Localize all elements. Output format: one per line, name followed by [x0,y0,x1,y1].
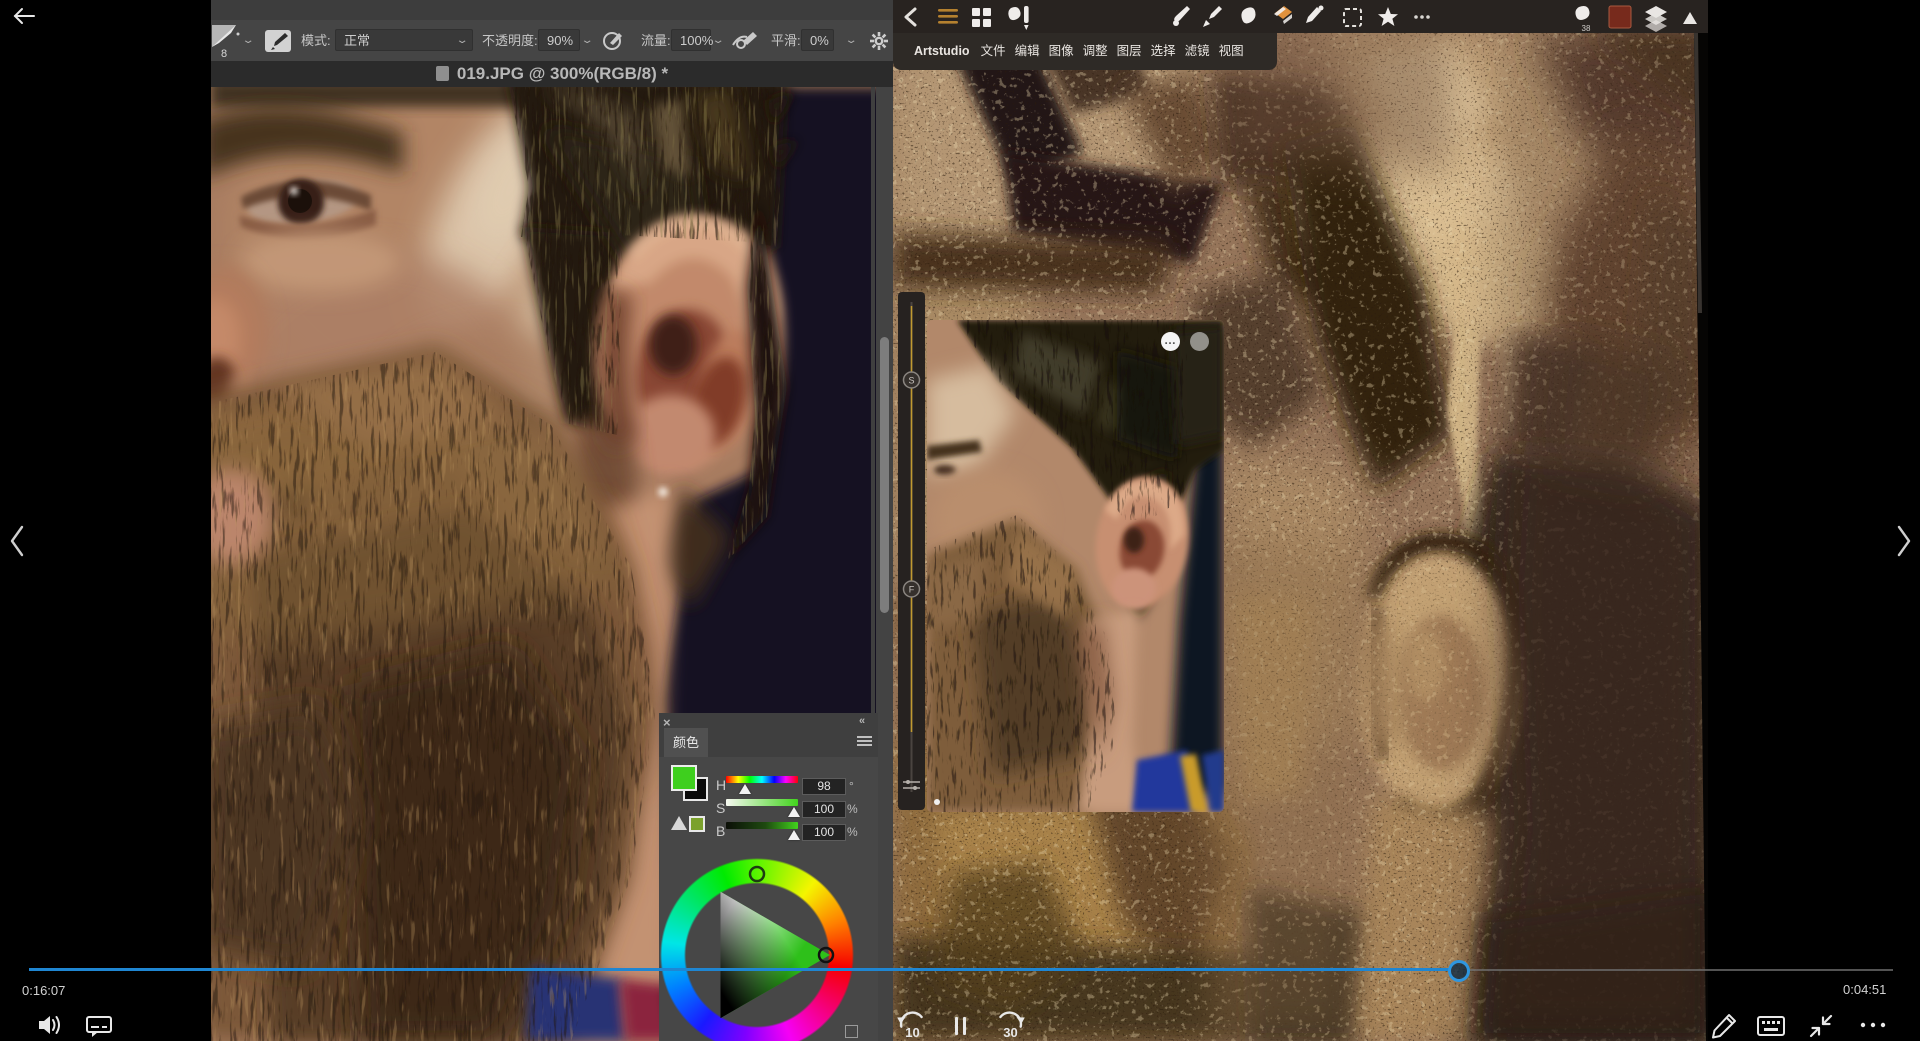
svg-text:38: 38 [1582,24,1591,33]
svg-text:30: 30 [1003,1025,1017,1040]
svg-text:F: F [909,585,915,595]
svg-text:10: 10 [905,1025,919,1040]
svg-text:8: 8 [221,48,227,60]
svg-text:S: S [908,376,914,386]
